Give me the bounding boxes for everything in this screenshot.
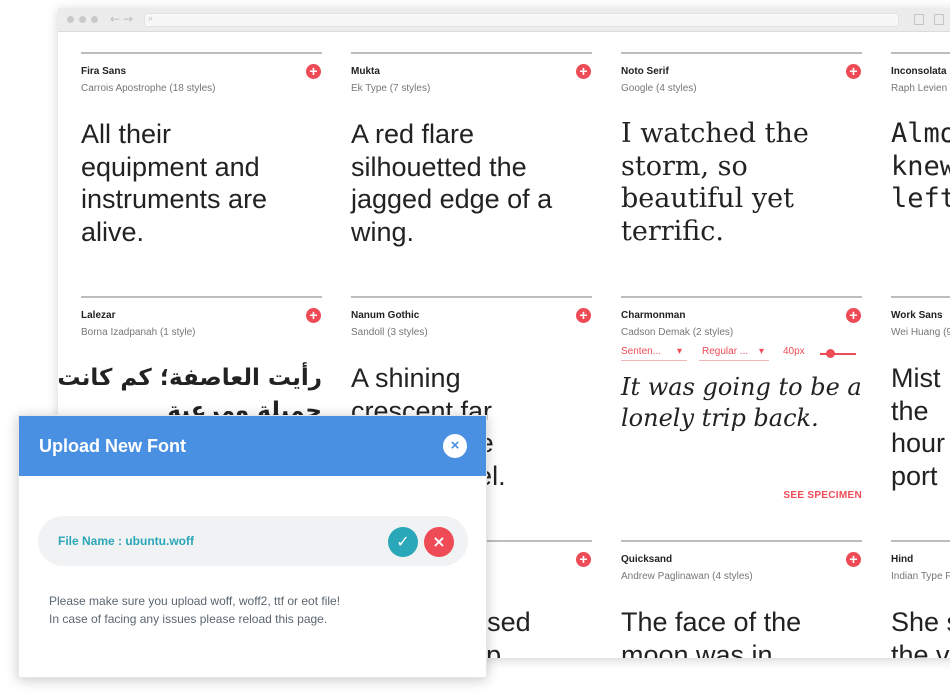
font-author: Ek Type (7 styles) [351, 83, 431, 94]
font-author: Borna Izadpanah (1 style) [81, 327, 196, 338]
font-card-quicksand[interactable]: Quicksand Andrew Paglinawan (4 styles) +… [621, 540, 862, 658]
add-font-icon[interactable]: + [576, 64, 591, 79]
add-font-icon[interactable]: + [846, 552, 861, 567]
font-author: Google (4 styles) [621, 83, 697, 94]
font-card-mukta[interactable]: Mukta Ek Type (7 styles) + A red flare si… [351, 52, 592, 292]
size-slider-handle[interactable] [826, 349, 835, 358]
window-close-dot[interactable] [67, 16, 74, 23]
font-sample: It was going to be a lonely trip back. [621, 373, 862, 432]
size-label: 40px [783, 346, 805, 357]
font-sample: The face of the moon was in [621, 607, 802, 658]
font-author: Andrew Paglinawan (4 styles) [621, 571, 753, 582]
style-dropdown[interactable]: Regular ... [702, 346, 748, 357]
chevron-down-icon[interactable]: ▾ [677, 346, 682, 357]
share-icon[interactable] [914, 14, 924, 25]
font-card-work-sans[interactable]: Work Sans Wei Huang (9 Mist the hour port [891, 296, 950, 536]
font-author: Cadson Demak (2 styles) [621, 327, 734, 338]
search-icon: ⌕ [148, 14, 154, 24]
font-name: Work Sans [891, 310, 943, 321]
font-author: Carrois Apostrophe (18 styles) [81, 83, 216, 94]
file-name-label: File Name : ubuntu.woff [58, 534, 194, 548]
upload-note-line-2: In case of facing any issues please relo… [49, 612, 328, 626]
close-icon[interactable]: × [443, 434, 467, 458]
add-font-icon[interactable]: + [576, 552, 591, 567]
font-sample: A red flare silhouetted the jagged edge of… [351, 119, 553, 247]
dropdown-underline [621, 360, 687, 361]
font-name: Noto Serif [621, 66, 669, 77]
font-author: Sandoll (3 styles) [351, 327, 428, 338]
font-sample: She sthe v [891, 607, 950, 658]
back-arrow-icon[interactable]: ← [110, 12, 120, 26]
font-author: Wei Huang (9 [891, 327, 950, 338]
font-sample: All their equipment and instruments are ali… [81, 119, 268, 247]
font-card-noto-serif[interactable]: Noto Serif Google (4 styles) + I watched… [621, 52, 862, 292]
preview-controls: Senten... ▾ Regular ... ▾ 40px [621, 346, 862, 362]
font-name: Mukta [351, 66, 380, 77]
window-minimize-dot[interactable] [79, 16, 86, 23]
font-sample: I watched the storm, so beautiful yet terri… [621, 118, 809, 247]
file-row: File Name : ubuntu.woff ✓ × [38, 516, 468, 566]
cancel-upload-button[interactable]: × [424, 527, 454, 557]
upload-font-dialog: Upload New Font × File Name : ubuntu.wof… [18, 415, 487, 678]
browser-toolbar: ← → ⌕ [58, 8, 950, 32]
confirm-upload-button[interactable]: ✓ [388, 527, 418, 557]
dropdown-underline [699, 360, 769, 361]
add-font-icon[interactable]: + [306, 308, 321, 323]
font-name: Quicksand [621, 554, 673, 565]
font-card-inconsolata[interactable]: Inconsolata Raph Levien Almo knew left [891, 52, 950, 292]
tabs-icon[interactable] [934, 14, 944, 25]
font-name: Lalezar [81, 310, 116, 321]
forward-arrow-icon[interactable]: → [123, 12, 133, 26]
add-font-icon[interactable]: + [576, 308, 591, 323]
upload-note-line-1: Please make sure you upload woff, woff2,… [49, 594, 341, 608]
font-sample: Almo knew left [891, 118, 950, 214]
font-author: Raph Levien [891, 83, 948, 94]
font-name: Charmonman [621, 310, 686, 321]
font-card-hind[interactable]: Hind Indian Type F She sthe v [891, 540, 950, 658]
dialog-title: Upload New Font [39, 436, 186, 456]
font-name: Hind [891, 554, 914, 565]
dialog-header: Upload New Font × [19, 416, 486, 476]
font-name: Fira Sans [81, 66, 127, 77]
add-font-icon[interactable]: + [846, 308, 861, 323]
font-card-fira-sans[interactable]: Fira Sans Carrois Apostrophe (18 styles)… [81, 52, 322, 292]
add-font-icon[interactable]: + [306, 64, 321, 79]
address-bar[interactable]: ⌕ [144, 13, 899, 27]
font-sample: Mist the hour port [891, 363, 946, 491]
add-font-icon[interactable]: + [846, 64, 861, 79]
font-name: Nanum Gothic [351, 310, 420, 321]
font-name: Inconsolata [891, 66, 947, 77]
font-author: Indian Type F [891, 571, 950, 582]
font-card-charmonman[interactable]: Charmonman Cadson Demak (2 styles) + Sen… [621, 296, 862, 536]
chevron-down-icon[interactable]: ▾ [759, 346, 764, 357]
see-specimen-link[interactable]: SEE SPECIMEN [783, 490, 862, 501]
window-zoom-dot[interactable] [91, 16, 98, 23]
sentence-dropdown[interactable]: Senten... [621, 346, 661, 357]
